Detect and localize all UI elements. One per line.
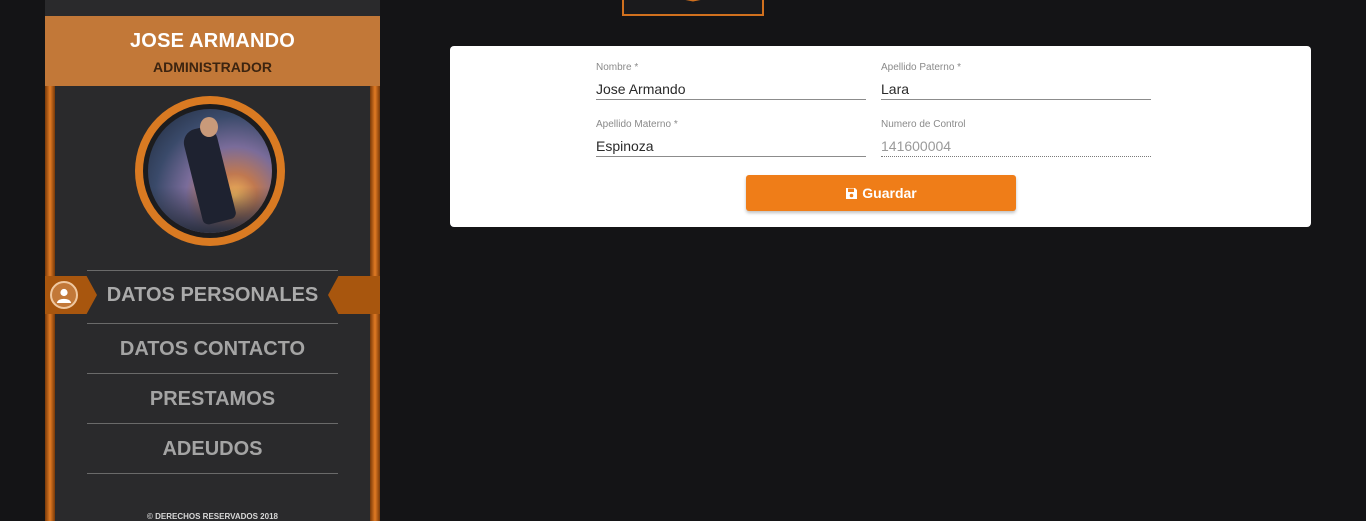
numero-control-input	[881, 135, 1151, 157]
avatar[interactable]	[135, 96, 285, 246]
numero-control-label: Numero de Control	[881, 119, 966, 130]
sidebar-item-datos-contacto[interactable]: DATOS CONTACTO	[45, 324, 380, 374]
user-name: JOSE ARMANDO	[129, 30, 295, 52]
avatar-image	[148, 109, 272, 233]
sidebar-item-label: DATOS CONTACTO	[119, 338, 306, 360]
divider	[87, 473, 338, 474]
sidebar-item-label: PRESTAMOS	[149, 388, 276, 410]
nombre-field-group: Nombre *	[596, 62, 866, 100]
app-page: JOSE ARMANDO ADMINISTRADOR DATOS PERSONA…	[0, 0, 1366, 521]
nombre-input[interactable]	[596, 78, 866, 100]
user-header: JOSE ARMANDO ADMINISTRADOR	[45, 16, 380, 86]
sidebar: JOSE ARMANDO ADMINISTRADOR DATOS PERSONA…	[45, 0, 380, 521]
user-icon	[50, 281, 78, 309]
user-role: ADMINISTRADOR	[153, 59, 272, 75]
apellido-materno-field-group: Apellido Materno *	[596, 119, 866, 157]
nombre-label: Nombre *	[596, 62, 639, 73]
apellido-paterno-input[interactable]	[881, 78, 1151, 100]
sidebar-item-prestamos[interactable]: PRESTAMOS	[45, 374, 380, 424]
floppy-disk-icon	[846, 187, 858, 199]
save-button-label: Guardar	[862, 185, 917, 201]
sidebar-item-datos-personales[interactable]: DATOS PERSONALES	[45, 270, 380, 324]
apellido-paterno-field-group: Apellido Paterno *	[881, 62, 1151, 100]
brand-logo	[622, 0, 764, 16]
save-button[interactable]: Guardar	[746, 175, 1016, 211]
apellido-materno-label: Apellido Materno *	[596, 119, 678, 130]
apellido-materno-input[interactable]	[596, 135, 866, 157]
numero-control-field-group: Numero de Control	[881, 119, 1151, 157]
footer-copyright: © DERECHOS RESERVADOS 2018	[147, 512, 278, 521]
divider	[87, 270, 338, 271]
active-tab-marker-right	[328, 276, 380, 314]
sidebar-item-adeudos[interactable]: ADEUDOS	[45, 424, 380, 474]
personal-data-form: Nombre * Apellido Paterno * Apellido Mat…	[450, 46, 1311, 227]
sidebar-item-label: DATOS PERSONALES	[106, 284, 319, 306]
sidebar-menu: DATOS PERSONALES DATOS CONTACTO PRESTAMO…	[45, 270, 380, 474]
apellido-paterno-label: Apellido Paterno *	[881, 62, 962, 73]
sidebar-item-label: ADEUDOS	[162, 438, 263, 460]
